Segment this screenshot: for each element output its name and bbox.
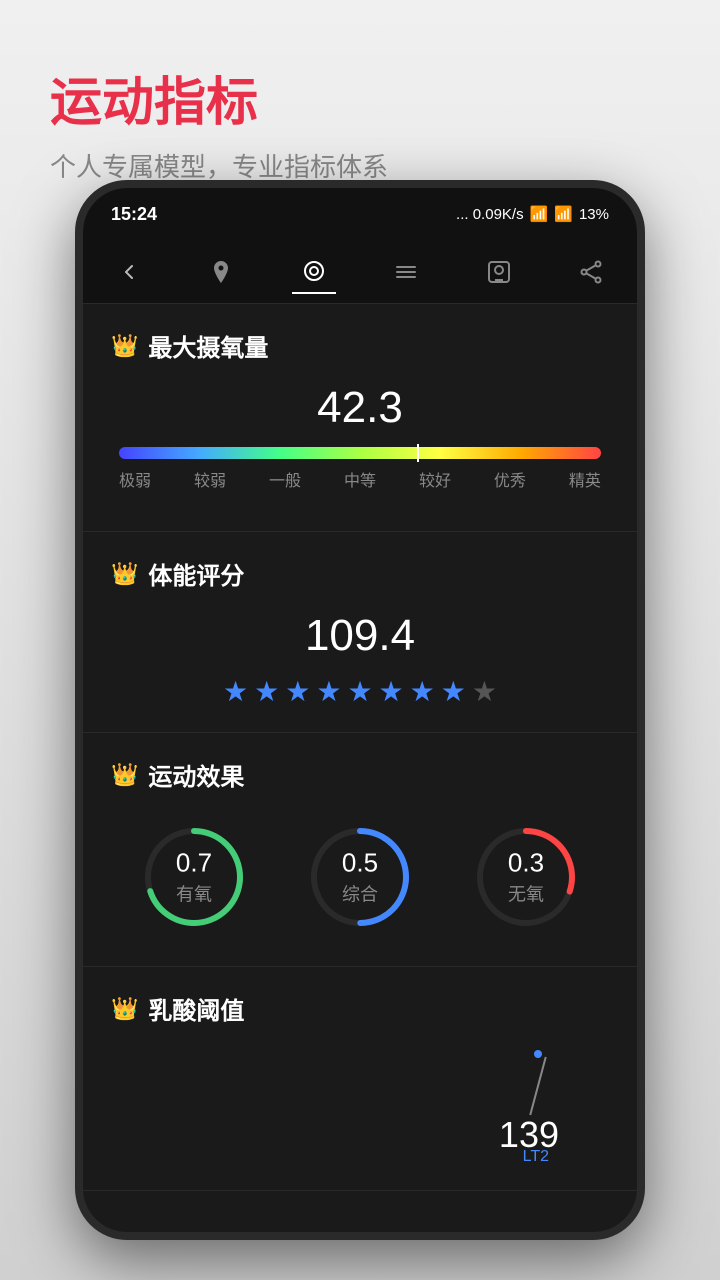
search-icon[interactable] xyxy=(477,250,521,294)
lactic-section: 👑 乳酸阈值 139 LT2 xyxy=(83,967,637,1191)
label-elite: 精英 xyxy=(569,467,601,491)
anaerobic-label: 无氧 xyxy=(508,881,544,907)
lactic-header: 👑 乳酸阈值 xyxy=(111,991,609,1026)
aerobic-inner: 0.7 有氧 xyxy=(176,848,212,907)
anaerobic-inner: 0.3 无氧 xyxy=(508,848,544,907)
vo2max-title: 最大摄氧量 xyxy=(148,328,268,363)
network-status: ... 0.09K/s xyxy=(456,206,524,223)
label-medium: 中等 xyxy=(344,467,376,491)
list-icon[interactable] xyxy=(384,250,428,294)
star-9: ★ xyxy=(472,675,497,708)
anaerobic-gauge: 0.3 无氧 xyxy=(471,822,581,932)
wifi-icon: 📶 xyxy=(554,205,573,223)
battery-status: 13% xyxy=(579,206,609,223)
anaerobic-item: 0.3 无氧 xyxy=(471,822,581,932)
color-bar-labels: 极弱 较弱 一般 中等 较好 优秀 精英 xyxy=(119,467,601,491)
status-time: 15:24 xyxy=(111,204,157,225)
lactic-crown-icon: 👑 xyxy=(111,996,138,1022)
star-5: ★ xyxy=(347,675,372,708)
fitness-score-value: 109.4 xyxy=(111,611,609,661)
effect-circles: 0.7 有氧 0.5 综合 xyxy=(111,812,609,942)
page-subtitle: 个人专属模型，专业指标体系 xyxy=(50,147,388,184)
back-button[interactable] xyxy=(107,250,151,294)
label-very-weak: 极弱 xyxy=(119,467,151,491)
label-normal: 一般 xyxy=(269,467,301,491)
aerobic-gauge: 0.7 有氧 xyxy=(139,822,249,932)
color-bar xyxy=(119,447,601,459)
map-icon[interactable] xyxy=(199,250,243,294)
vo2max-value: 42.3 xyxy=(111,383,609,433)
star-4: ★ xyxy=(316,675,341,708)
label-excellent: 优秀 xyxy=(494,467,526,491)
nav-bar xyxy=(83,240,637,304)
stars-row: ★ ★ ★ ★ ★ ★ ★ ★ ★ xyxy=(111,675,609,708)
vo2max-section: 👑 最大摄氧量 42.3 极弱 较弱 一般 中等 较好 优秀 精英 xyxy=(83,304,637,532)
aerobic-value: 0.7 xyxy=(176,848,212,879)
page-title: 运动指标 xyxy=(50,60,258,135)
star-8: ★ xyxy=(441,675,466,708)
effect-title: 运动效果 xyxy=(148,757,244,792)
bluetooth-icon: 📶 xyxy=(530,205,549,223)
exercise-effect-section: 👑 运动效果 0.7 有氧 xyxy=(83,733,637,967)
exercise-effect-header: 👑 运动效果 xyxy=(111,757,609,792)
vo2max-marker xyxy=(417,444,419,462)
crown-icon: 👑 xyxy=(111,333,138,359)
fitness-crown-icon: 👑 xyxy=(111,561,138,587)
status-right: ... 0.09K/s 📶 📶 13% xyxy=(456,205,609,223)
lactic-dot xyxy=(534,1050,542,1058)
lactic-lt2-label: LT2 xyxy=(523,1148,549,1166)
status-bar: 15:24 ... 0.09K/s 📶 📶 13% xyxy=(83,188,637,240)
comprehensive-item: 0.5 综合 xyxy=(305,822,415,932)
star-1: ★ xyxy=(223,675,248,708)
anaerobic-value: 0.3 xyxy=(508,848,544,879)
label-good: 较好 xyxy=(419,467,451,491)
star-7: ★ xyxy=(410,675,435,708)
fitness-title: 体能评分 xyxy=(148,556,244,591)
comprehensive-label: 综合 xyxy=(342,881,378,907)
refresh-icon[interactable] xyxy=(292,250,336,294)
share-icon[interactable] xyxy=(569,250,613,294)
aerobic-item: 0.7 有氧 xyxy=(139,822,249,932)
star-2: ★ xyxy=(254,675,279,708)
fitness-section: 👑 体能评分 109.4 ★ ★ ★ ★ ★ ★ ★ ★ ★ xyxy=(83,532,637,733)
effect-crown-icon: 👑 xyxy=(111,762,138,788)
lactic-content: 139 LT2 xyxy=(111,1046,609,1166)
color-bar-container: 极弱 较弱 一般 中等 较好 优秀 精英 xyxy=(119,447,601,491)
star-3: ★ xyxy=(285,675,310,708)
comprehensive-inner: 0.5 综合 xyxy=(342,848,378,907)
comprehensive-gauge: 0.5 综合 xyxy=(305,822,415,932)
aerobic-label: 有氧 xyxy=(176,881,212,907)
fitness-header: 👑 体能评分 xyxy=(111,556,609,591)
phone-content[interactable]: 👑 最大摄氧量 42.3 极弱 较弱 一般 中等 较好 优秀 精英 xyxy=(83,304,637,1232)
lactic-line xyxy=(529,1057,546,1115)
label-weak: 较弱 xyxy=(194,467,226,491)
vo2max-header: 👑 最大摄氧量 xyxy=(111,328,609,363)
comprehensive-value: 0.5 xyxy=(342,848,378,879)
lactic-title: 乳酸阈值 xyxy=(148,991,244,1026)
phone-frame: 15:24 ... 0.09K/s 📶 📶 13% xyxy=(75,180,645,1240)
star-6: ★ xyxy=(379,675,404,708)
